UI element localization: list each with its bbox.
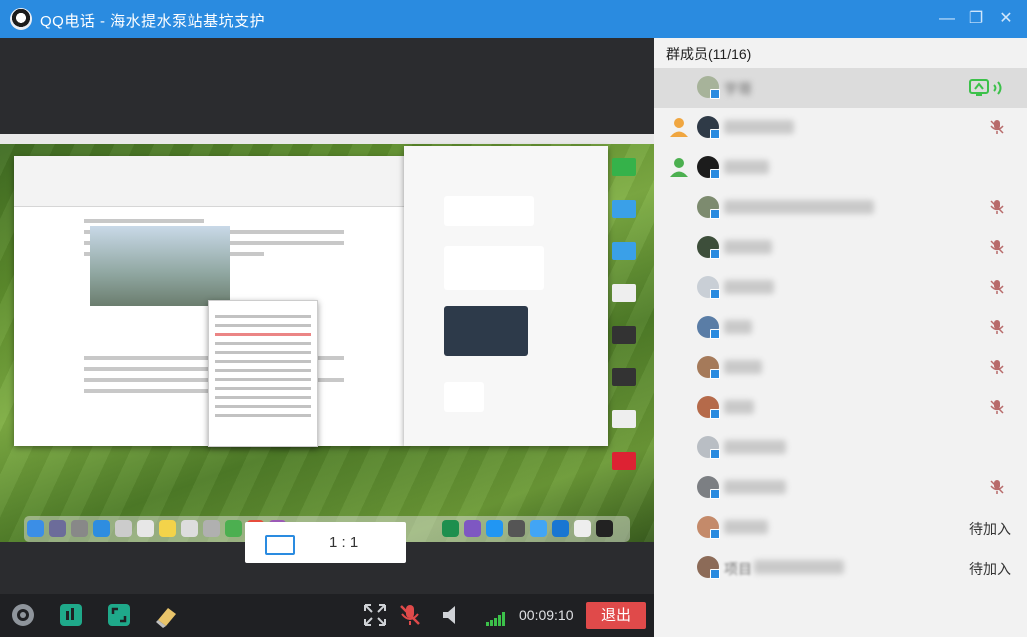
signal-icon <box>486 608 506 626</box>
share-screen-icon[interactable] <box>58 602 84 628</box>
member-name-redacted <box>724 360 762 374</box>
pending-join-label: 待加入 <box>969 521 1011 537</box>
member-row[interactable] <box>654 228 1027 268</box>
screen-sharing-icon <box>969 79 1002 96</box>
exit-button[interactable]: 退出 <box>586 602 646 629</box>
device-badge-icon <box>710 449 720 459</box>
expand-icon[interactable] <box>362 602 388 628</box>
minimize-icon[interactable]: — <box>937 9 957 29</box>
admin-user-icon <box>670 158 688 177</box>
member-name-redacted <box>724 240 772 254</box>
shared-screen-view[interactable] <box>0 134 654 542</box>
remote-floating-note-window <box>208 300 318 447</box>
title-bar: QQ电话 - 海水提水泵站基坑支护 — ❐ ✕ <box>0 0 1027 38</box>
fullscreen-window-icon[interactable] <box>106 602 132 628</box>
device-badge-icon <box>710 489 720 499</box>
mic-muted-icon <box>990 480 1004 494</box>
member-name-redacted <box>724 520 768 534</box>
device-badge-icon <box>710 329 720 339</box>
member-name: 项目 <box>724 561 752 577</box>
restore-icon[interactable]: ❐ <box>966 9 986 29</box>
device-badge-icon <box>710 529 720 539</box>
member-name-redacted <box>724 280 774 294</box>
device-badge-icon <box>710 569 720 579</box>
device-badge-icon <box>710 209 720 219</box>
remote-desktop-icons <box>612 144 642 494</box>
mic-muted-icon <box>990 360 1004 374</box>
member-row[interactable]: 项目 待加入 <box>654 548 1027 588</box>
window-title: QQ电话 - 海水提水泵站基坑支护 <box>40 13 266 30</box>
mic-muted-icon[interactable] <box>397 602 423 628</box>
device-badge-icon <box>710 169 720 179</box>
member-row[interactable] <box>654 268 1027 308</box>
eraser-icon[interactable] <box>154 602 180 628</box>
mic-muted-icon <box>990 400 1004 414</box>
device-badge-icon <box>710 409 720 419</box>
shared-screen-stage: 1 : 1 <box>0 38 654 594</box>
member-row[interactable]: 宇哥 <box>654 68 1027 108</box>
aspect-ratio-popup[interactable]: 1 : 1 <box>245 522 406 563</box>
mic-muted-icon <box>990 280 1004 294</box>
member-name-redacted <box>724 120 794 134</box>
member-name: 宇哥 <box>724 81 752 97</box>
member-row[interactable]: 待加入 <box>654 508 1027 548</box>
remote-chat-window <box>404 146 608 446</box>
member-name-redacted <box>724 320 752 334</box>
member-name-redacted <box>724 400 754 414</box>
camera-icon[interactable] <box>10 602 36 628</box>
device-badge-icon <box>710 289 720 299</box>
member-row[interactable] <box>654 148 1027 188</box>
member-name-redacted <box>754 560 844 574</box>
members-panel: 群成员(11/16) 宇哥 待加入 项目 待加入 <box>654 38 1027 637</box>
speaker-icon[interactable] <box>438 602 464 628</box>
call-timer: 00:09:10 <box>519 607 574 623</box>
member-row[interactable] <box>654 428 1027 468</box>
member-row[interactable] <box>654 108 1027 148</box>
member-name-redacted <box>724 200 874 214</box>
aspect-ratio-icon <box>265 535 295 555</box>
qq-call-logo-icon <box>10 8 32 30</box>
mic-muted-icon <box>990 200 1004 214</box>
member-name-redacted <box>724 480 786 494</box>
member-name-redacted <box>724 440 786 454</box>
aspect-ratio-label: 1 : 1 <box>329 534 359 551</box>
host-user-icon <box>670 118 688 137</box>
member-row[interactable] <box>654 388 1027 428</box>
member-row[interactable] <box>654 468 1027 508</box>
device-badge-icon <box>710 369 720 379</box>
call-toolbar: 00:09:10 退出 <box>0 594 654 637</box>
members-header: 群成员(11/16) <box>666 46 752 62</box>
remote-document-image <box>90 226 230 306</box>
device-badge-icon <box>710 249 720 259</box>
mic-muted-icon <box>990 120 1004 134</box>
member-row[interactable] <box>654 308 1027 348</box>
mic-muted-icon <box>990 320 1004 334</box>
mic-muted-icon <box>990 240 1004 254</box>
remote-document-ribbon <box>14 156 404 207</box>
pending-join-label: 待加入 <box>969 561 1011 577</box>
member-name-redacted <box>724 160 769 174</box>
member-row[interactable] <box>654 188 1027 228</box>
device-badge-icon <box>710 129 720 139</box>
member-row[interactable] <box>654 348 1027 388</box>
remote-menu-bar <box>0 134 654 144</box>
device-badge-icon <box>710 89 720 99</box>
close-icon[interactable]: ✕ <box>996 9 1016 29</box>
